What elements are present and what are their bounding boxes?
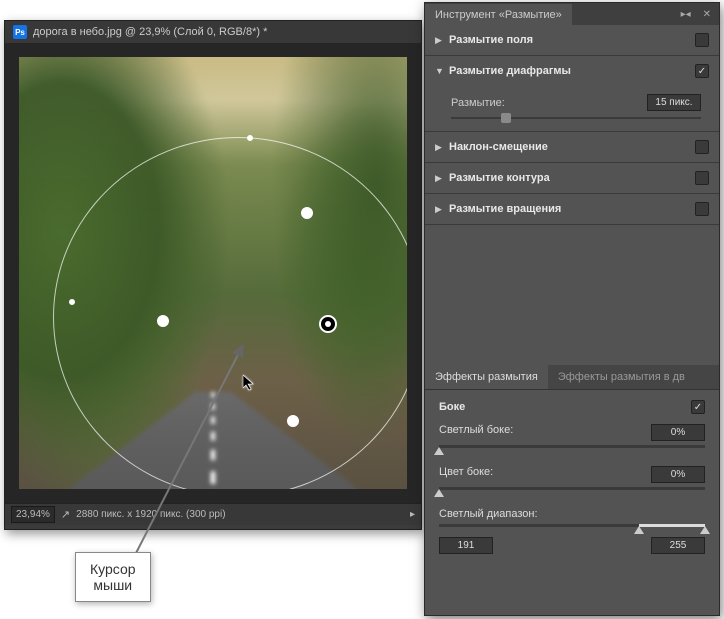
tab-blur-effects[interactable]: Эффекты размытия	[425, 365, 548, 389]
section-head-path[interactable]: ▶ Размытие контура	[425, 163, 719, 193]
status-chevron-icon[interactable]: ▸	[410, 509, 415, 520]
ellipse-handle-top[interactable]	[247, 135, 253, 141]
color-bokeh-row: Цвет боке: 0%	[439, 466, 705, 490]
section-head-field[interactable]: ▶ Размытие поля	[425, 25, 719, 55]
range-low-value[interactable]: 191	[439, 537, 493, 554]
photo-preview[interactable]	[19, 57, 407, 489]
blur-label: Размытие:	[451, 97, 505, 109]
light-bokeh-value[interactable]: 0%	[651, 424, 705, 441]
enable-checkbox[interactable]	[695, 140, 709, 154]
bokeh-title: Боке	[439, 401, 691, 413]
light-range-row: Светлый диапазон: 191 255	[439, 508, 705, 554]
chevron-right-icon: ▶	[435, 204, 445, 215]
section-title: Размытие контура	[449, 172, 695, 184]
feather-handle-1[interactable]	[301, 207, 313, 219]
section-iris-blur: ▼ Размытие диафрагмы Размытие: 15 пикс.	[425, 56, 719, 132]
document-dimensions: 2880 пикс. x 1920 пикс. (300 ppi)	[76, 509, 225, 520]
bokeh-enable-checkbox[interactable]	[691, 400, 705, 414]
light-range-slider[interactable]	[439, 524, 705, 527]
color-bokeh-label: Цвет боке:	[439, 466, 493, 483]
section-title: Размытие вращения	[449, 203, 695, 215]
light-bokeh-row: Светлый боке: 0%	[439, 424, 705, 448]
feather-handle-2[interactable]	[157, 315, 169, 327]
section-title: Размытие диафрагмы	[449, 65, 695, 77]
section-path-blur: ▶ Размытие контура	[425, 163, 719, 194]
color-bokeh-slider[interactable]	[439, 487, 705, 490]
enable-checkbox[interactable]	[695, 33, 709, 47]
blur-center-pin[interactable]	[319, 315, 337, 333]
slider-thumb[interactable]	[434, 447, 444, 455]
close-icon[interactable]: ✕	[699, 7, 715, 22]
section-head-iris[interactable]: ▼ Размытие диафрагмы	[425, 56, 719, 86]
iris-outer-ellipse[interactable]	[53, 137, 407, 489]
section-head-spin[interactable]: ▶ Размытие вращения	[425, 194, 719, 224]
collapse-icon[interactable]: ▸◂	[677, 7, 695, 22]
blur-value-field[interactable]: 15 пикс.	[647, 94, 701, 111]
color-bokeh-value[interactable]: 0%	[651, 466, 705, 483]
share-icon[interactable]: ↗	[61, 508, 70, 521]
document-statusbar: 23,94% ↗ 2880 пикс. x 1920 пикс. (300 pp…	[5, 503, 421, 525]
tab-motion-effects[interactable]: Эффекты размытия в дв	[548, 365, 695, 389]
range-high-value[interactable]: 255	[651, 537, 705, 554]
section-title: Размытие поля	[449, 34, 695, 46]
slider-thumb[interactable]	[434, 489, 444, 497]
document-titlebar[interactable]: Ps дорога в небо.jpg @ 23,9% (Слой 0, RG…	[5, 21, 421, 43]
light-range-label: Светлый диапазон:	[439, 508, 538, 520]
feather-handle-3[interactable]	[287, 415, 299, 427]
section-tilt-shift: ▶ Наклон-смещение	[425, 132, 719, 163]
section-head-tilt[interactable]: ▶ Наклон-смещение	[425, 132, 719, 162]
document-window: Ps дорога в небо.jpg @ 23,9% (Слой 0, RG…	[4, 20, 422, 530]
blur-slider[interactable]	[451, 117, 701, 119]
callout-line1: Курсор	[90, 561, 136, 577]
chevron-right-icon: ▶	[435, 35, 445, 46]
cursor-icon	[243, 375, 259, 394]
enable-checkbox[interactable]	[695, 202, 709, 216]
effects-tabs: Эффекты размытия Эффекты размытия в дв	[425, 365, 719, 390]
range-low-thumb[interactable]	[634, 526, 644, 534]
enable-checkbox[interactable]	[695, 171, 709, 185]
light-bokeh-slider[interactable]	[439, 445, 705, 448]
zoom-field[interactable]: 23,94%	[11, 506, 55, 523]
ellipse-handle-left[interactable]	[69, 299, 75, 305]
chevron-down-icon: ▼	[435, 66, 445, 76]
light-bokeh-label: Светлый боке:	[439, 424, 513, 441]
enable-checkbox[interactable]	[695, 64, 709, 78]
section-spin-blur: ▶ Размытие вращения	[425, 194, 719, 225]
photoshop-icon: Ps	[13, 25, 27, 39]
slider-thumb[interactable]	[501, 113, 511, 123]
canvas-area[interactable]	[5, 43, 421, 503]
panel-tab[interactable]: Инструмент «Размытие»	[425, 4, 572, 26]
chevron-right-icon: ▶	[435, 173, 445, 184]
panel-header[interactable]: Инструмент «Размытие» ▸◂ ✕	[425, 3, 719, 25]
chevron-right-icon: ▶	[435, 142, 445, 153]
range-high-thumb[interactable]	[700, 526, 710, 534]
section-field-blur: ▶ Размытие поля	[425, 25, 719, 56]
callout-label: Курсор мыши	[75, 552, 151, 602]
callout-line2: мыши	[90, 577, 136, 593]
blur-tools-panel: Инструмент «Размытие» ▸◂ ✕ ▶ Размытие по…	[424, 2, 720, 616]
document-title: дорога в небо.jpg @ 23,9% (Слой 0, RGB/8…	[33, 26, 267, 38]
effects-body: Боке Светлый боке: 0% Цвет боке: 0% Све	[425, 390, 719, 582]
section-title: Наклон-смещение	[449, 141, 695, 153]
